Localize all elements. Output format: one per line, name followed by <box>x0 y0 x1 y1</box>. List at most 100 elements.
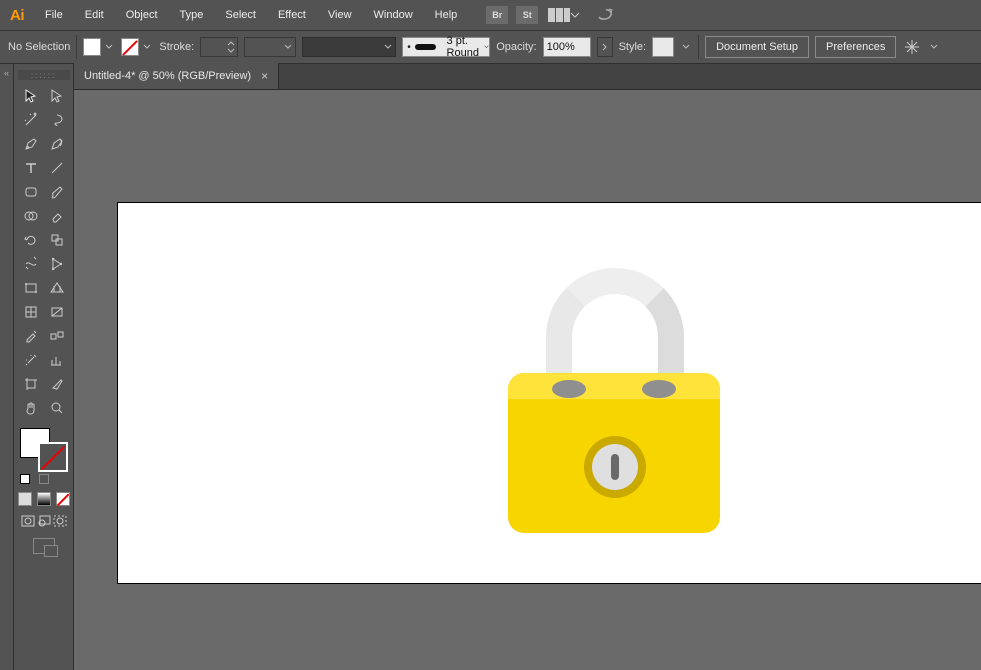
tool-rectangle[interactable] <box>18 180 44 204</box>
tool-perspective-grid[interactable] <box>44 276 70 300</box>
tool-eyedropper[interactable] <box>18 324 44 348</box>
app-logo: Ai <box>0 0 34 30</box>
opacity-flyout[interactable] <box>597 37 613 57</box>
brush-definition-field[interactable] <box>302 37 396 57</box>
style-label: Style: <box>619 41 647 53</box>
stroke-dropdown[interactable] <box>141 38 153 56</box>
color-mode-row[interactable] <box>18 492 70 506</box>
fill-stroke-mini-controls[interactable] <box>20 474 68 486</box>
stroke-profile-field[interactable] <box>244 37 296 57</box>
artwork-padlock[interactable] <box>508 268 728 548</box>
draw-behind-icon[interactable] <box>36 514 52 528</box>
lock-keyhole-slot <box>611 454 619 480</box>
stroke-swatch-group[interactable] <box>121 38 153 56</box>
lock-shackle-hole-left <box>552 380 586 398</box>
menu-view[interactable]: View <box>317 0 363 30</box>
tool-width[interactable] <box>18 252 44 276</box>
style-dropdown[interactable] <box>680 38 692 56</box>
tool-gradient[interactable] <box>44 300 70 324</box>
document-setup-button[interactable]: Document Setup <box>705 36 809 58</box>
chevron-down-icon <box>384 43 392 51</box>
menu-window[interactable]: Window <box>363 0 424 30</box>
tool-puppet-warp[interactable] <box>44 252 70 276</box>
tool-paintbrush[interactable] <box>44 180 70 204</box>
color-mode-solid[interactable] <box>18 492 32 506</box>
menu-effect[interactable]: Effect <box>267 0 317 30</box>
menu-edit[interactable]: Edit <box>74 0 115 30</box>
preferences-button[interactable]: Preferences <box>815 36 896 58</box>
fill-stroke-proxy[interactable] <box>20 428 68 472</box>
stock-icon[interactable]: St <box>516 6 538 24</box>
draw-normal-icon[interactable] <box>20 514 36 528</box>
fill-dropdown[interactable] <box>103 38 115 56</box>
lock-body-highlight <box>508 373 720 399</box>
fill-swatch-group[interactable] <box>83 38 115 56</box>
chevron-down-icon <box>484 43 489 51</box>
arrange-documents-icon <box>548 8 570 22</box>
tool-lasso[interactable] <box>44 108 70 132</box>
tool-free-transform[interactable] <box>18 276 44 300</box>
menu-select[interactable]: Select <box>214 0 267 30</box>
tools-grip[interactable]: :::::: <box>18 70 70 80</box>
tool-curvature[interactable] <box>44 132 70 156</box>
screen-mode-toggle[interactable] <box>33 538 55 554</box>
canvas[interactable] <box>74 90 981 670</box>
stroke-label: Stroke: <box>159 41 194 53</box>
panel-collapse-strip[interactable]: « <box>0 64 14 670</box>
stroke-swatch[interactable] <box>121 38 139 56</box>
document-tab-strip: Untitled-4* @ 50% (RGB/Preview) × <box>74 64 981 90</box>
fill-swatch[interactable] <box>83 38 101 56</box>
tool-type[interactable] <box>18 156 44 180</box>
opacity-field[interactable]: 100% <box>543 37 591 57</box>
bridge-icon[interactable]: Br <box>486 6 508 24</box>
profile-value: 3 pt. Round <box>444 35 485 59</box>
artboard[interactable] <box>118 203 981 583</box>
draw-mode-row[interactable] <box>20 514 68 528</box>
gpu-preview-icon[interactable] <box>594 4 616 26</box>
menu-type[interactable]: Type <box>169 0 215 30</box>
app-root: Ai File Edit Object Type Select Effect V… <box>0 0 981 670</box>
tool-eraser[interactable] <box>44 204 70 228</box>
selection-status: No Selection <box>8 41 70 53</box>
opacity-label: Opacity: <box>496 41 536 53</box>
document-area: Untitled-4* @ 50% (RGB/Preview) × <box>74 64 981 670</box>
tool-magic-wand[interactable] <box>18 108 44 132</box>
tool-shape-builder[interactable] <box>18 204 44 228</box>
stroke-weight-field[interactable] <box>200 37 238 57</box>
menu-bar: Ai File Edit Object Type Select Effect V… <box>0 0 981 30</box>
stepper-icon <box>227 40 235 54</box>
color-mode-gradient[interactable] <box>37 492 51 506</box>
tool-scale[interactable] <box>44 228 70 252</box>
arrange-documents[interactable] <box>548 8 580 22</box>
menu-object[interactable]: Object <box>115 0 169 30</box>
current-stroke-swatch[interactable] <box>38 442 68 472</box>
variable-width-profile[interactable]: • 3 pt. Round <box>402 37 490 57</box>
tool-rotate[interactable] <box>18 228 44 252</box>
menu-help[interactable]: Help <box>424 0 469 30</box>
graphic-style-swatch[interactable] <box>652 37 674 57</box>
tool-selection[interactable] <box>18 84 44 108</box>
tool-slice[interactable] <box>44 372 70 396</box>
chevron-down-icon <box>570 10 580 20</box>
tool-line[interactable] <box>44 156 70 180</box>
tool-blend[interactable] <box>44 324 70 348</box>
tool-direct-selection[interactable] <box>44 84 70 108</box>
tool-column-graph[interactable] <box>44 348 70 372</box>
tool-artboard[interactable] <box>18 372 44 396</box>
document-tab-title: Untitled-4* @ 50% (RGB/Preview) <box>84 70 251 82</box>
opacity-value: 100% <box>547 41 575 53</box>
tool-pen[interactable] <box>18 132 44 156</box>
document-tab[interactable]: Untitled-4* @ 50% (RGB/Preview) × <box>74 63 279 89</box>
tool-symbol-sprayer[interactable] <box>18 348 44 372</box>
tool-zoom[interactable] <box>44 396 70 420</box>
draw-inside-icon[interactable] <box>52 514 68 528</box>
tool-hand[interactable] <box>18 396 44 420</box>
control-overflow[interactable] <box>928 38 940 56</box>
tool-mesh[interactable] <box>18 300 44 324</box>
color-mode-none[interactable] <box>56 492 70 506</box>
close-icon[interactable]: × <box>261 69 268 83</box>
menu-file[interactable]: File <box>34 0 74 30</box>
main-area: « :::::: <box>0 64 981 670</box>
chevron-down-icon <box>284 43 292 51</box>
align-flyout-icon[interactable] <box>902 37 922 57</box>
